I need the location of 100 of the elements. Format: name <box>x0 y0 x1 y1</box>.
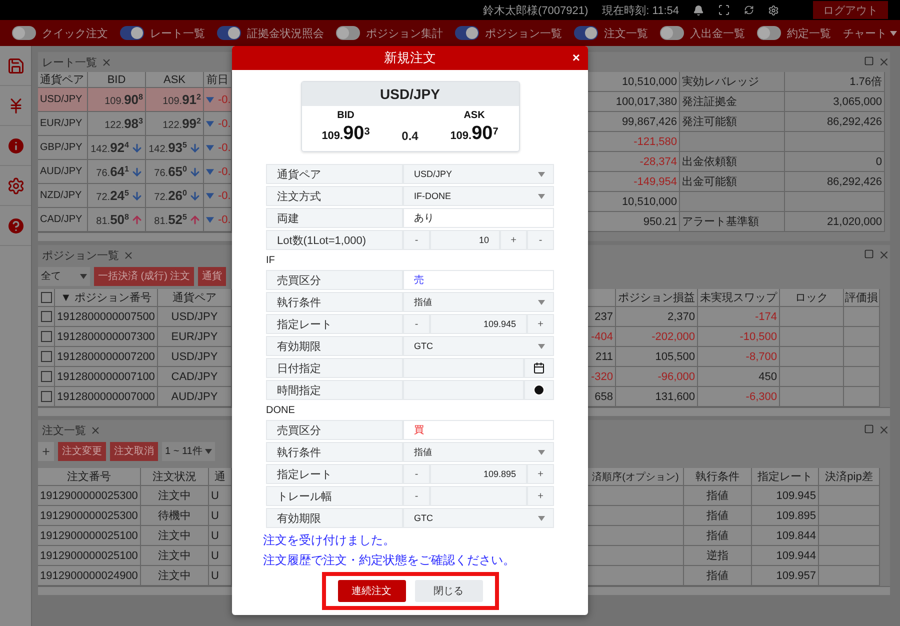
chart-menu[interactable]: チャート <box>843 26 897 40</box>
submit-button[interactable]: 連続注文 <box>338 580 406 602</box>
number-field[interactable]: 109.895 <box>430 464 527 484</box>
toggle-switch[interactable] <box>120 26 144 40</box>
number-field[interactable]: 109.945 <box>430 314 527 334</box>
stepper-button[interactable]: - <box>403 486 430 506</box>
column-header: 前日 <box>204 72 232 88</box>
table-cell: アラート基準額 <box>680 212 785 232</box>
logout-button[interactable]: ログアウト <box>813 1 888 19</box>
toggle-label: 注文一覧 <box>604 26 648 40</box>
table-cell: 211 <box>588 347 616 367</box>
number-field[interactable] <box>430 486 527 506</box>
column-header: 指定レート <box>752 468 819 486</box>
field-label: 売買区分 <box>266 420 403 440</box>
bid-price: 142.92$^{4}$ <box>90 140 129 155</box>
scrollbar[interactable] <box>588 586 890 595</box>
toggle-switch[interactable] <box>455 26 479 40</box>
table-cell: -6,300 <box>698 387 780 407</box>
stepper-button[interactable]: + <box>527 464 554 484</box>
dropdown-field[interactable]: 指値 <box>403 442 554 462</box>
close-icon[interactable] <box>878 249 890 261</box>
toggle-switch[interactable] <box>12 26 36 40</box>
checkbox[interactable] <box>40 391 52 402</box>
stepper-button[interactable]: + <box>527 314 554 334</box>
range-dropdown[interactable]: 1 ~ 11件 <box>162 442 216 460</box>
field-label: Lot数(1Lot=1,000) <box>266 230 403 250</box>
clock-button[interactable] <box>524 380 554 400</box>
toggle-switch[interactable] <box>574 26 598 40</box>
stepper-button[interactable]: - <box>527 230 554 250</box>
dropdown-field[interactable]: USD/JPY <box>403 164 554 184</box>
close-icon[interactable] <box>90 424 101 436</box>
panel-tab[interactable]: ポジション一覧 <box>38 248 119 262</box>
fullscreen-icon[interactable] <box>718 4 730 16</box>
action-button[interactable]: 通貨 <box>198 266 226 286</box>
text-field[interactable]: あり <box>403 208 554 228</box>
table-cell[interactable]: AUD/JPY <box>38 160 88 184</box>
stepper-button[interactable]: + <box>527 486 554 506</box>
dropdown-field[interactable]: GTC <box>403 508 554 528</box>
action-button[interactable]: 注文取消 <box>110 442 158 460</box>
time-field[interactable] <box>403 380 524 400</box>
filter-dropdown[interactable]: 全て <box>38 266 90 286</box>
refresh-icon[interactable] <box>744 5 754 15</box>
checkbox[interactable] <box>40 311 52 322</box>
table-cell: 1912900000025300 <box>38 506 141 526</box>
checkbox[interactable] <box>40 351 52 362</box>
checkbox[interactable] <box>40 331 52 342</box>
stepper-button[interactable]: - <box>403 314 430 334</box>
table-cell: 1912800000007500 <box>55 307 158 327</box>
close-button[interactable]: × <box>570 50 582 66</box>
checkbox[interactable] <box>40 371 52 382</box>
maximize-icon[interactable] <box>864 56 874 66</box>
number-field[interactable]: 10 <box>430 230 500 250</box>
section-heading: IF <box>266 254 276 268</box>
stepper-button[interactable]: + <box>500 230 527 250</box>
caret-icon <box>538 172 545 176</box>
dropdown-field[interactable]: 指値 <box>403 292 554 312</box>
text-field[interactable]: 買 <box>403 420 554 440</box>
toggle-switch[interactable] <box>336 26 360 40</box>
settings-icon[interactable] <box>768 4 779 16</box>
table-cell[interactable]: NZD/JPY <box>38 184 88 208</box>
bid-price: 81.50$^{8}$ <box>96 212 129 227</box>
bell-icon[interactable] <box>693 4 704 16</box>
table-cell[interactable]: GBP/JPY <box>38 136 88 160</box>
ask-price: 122.99$^{2}$ <box>162 116 201 131</box>
table-cell[interactable]: USD/JPY <box>38 88 88 112</box>
add-button[interactable]: + <box>38 442 54 460</box>
action-button[interactable]: 注文変更 <box>58 442 106 460</box>
maximize-icon[interactable] <box>864 424 874 434</box>
close-button[interactable]: 閉じる <box>414 580 482 602</box>
toggle-switch[interactable] <box>660 26 684 40</box>
checkbox[interactable] <box>40 292 52 303</box>
caret-icon <box>206 216 214 222</box>
scrollbar[interactable] <box>38 586 232 595</box>
calendar-button[interactable] <box>524 358 554 378</box>
toggle-switch[interactable] <box>757 26 781 40</box>
scrollbar[interactable] <box>588 407 890 416</box>
table-cell[interactable]: CAD/JPY <box>38 208 88 232</box>
column-header: 評価損 <box>844 289 880 307</box>
scrollbar[interactable] <box>38 232 232 241</box>
table-cell: 109.945 <box>752 486 819 506</box>
table-cell: 注文中 <box>141 566 209 586</box>
close-icon[interactable] <box>878 56 890 68</box>
maximize-icon[interactable] <box>864 249 874 259</box>
change-value: -0. <box>218 118 231 130</box>
dropdown-field[interactable]: GTC <box>403 336 554 356</box>
table-cell: 950.21 <box>588 212 680 232</box>
close-icon[interactable] <box>123 250 134 260</box>
date-field[interactable] <box>403 358 524 378</box>
text-field[interactable]: 売 <box>403 270 554 290</box>
action-button[interactable]: 一括決済 (成行) 注文 <box>94 266 194 286</box>
table-cell[interactable]: EUR/JPY <box>38 112 88 136</box>
stepper-button[interactable]: - <box>403 464 430 484</box>
table-cell: -202,000 <box>616 327 698 347</box>
scrollbar[interactable] <box>38 407 232 416</box>
close-icon[interactable] <box>878 424 890 436</box>
close-icon[interactable] <box>101 56 112 68</box>
toggle-switch[interactable] <box>217 26 241 40</box>
caret-icon <box>890 30 897 36</box>
dropdown-field[interactable]: IF-DONE <box>403 186 554 206</box>
stepper-button[interactable]: - <box>403 230 430 250</box>
